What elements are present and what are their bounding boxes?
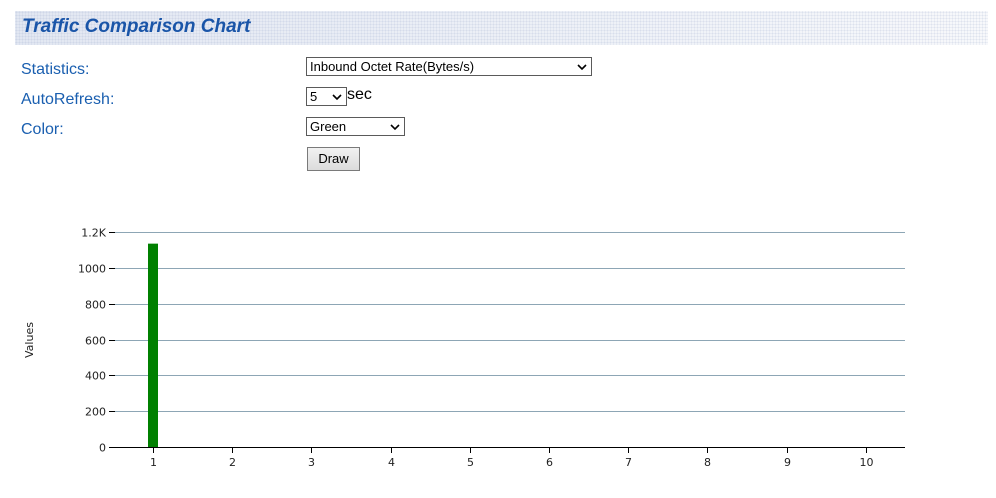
- y-axis-label: Values: [23, 322, 36, 358]
- x-tick-label: 3: [308, 456, 315, 469]
- chart-grid: [115, 232, 905, 412]
- bar-chart: 0 200 400 600 800 1000 1.2K 1 2 3 4 5 6 7 8 9 10 Values: [23, 227, 905, 469]
- y-tick-label: 1000: [78, 263, 106, 276]
- x-tick-label: 5: [467, 456, 474, 469]
- y-tick-label: 200: [85, 406, 106, 419]
- x-tick-label: 1: [150, 456, 157, 469]
- x-tick-label: 8: [704, 456, 711, 469]
- bar-1: [148, 243, 158, 447]
- chart-axes: 0 200 400 600 800 1000 1.2K 1 2 3 4 5 6 7 8 9 10: [78, 227, 905, 469]
- x-tick-label: 7: [625, 456, 632, 469]
- y-tick-label: 1.2K: [81, 227, 106, 240]
- page: Traffic Comparison Chart Statistics: Inb…: [0, 0, 996, 498]
- x-tick-label: 9: [784, 456, 791, 469]
- y-tick-label: 800: [85, 299, 106, 312]
- x-tick-label: 2: [229, 456, 236, 469]
- x-tick-label: 6: [546, 456, 553, 469]
- x-tick-label: 10: [860, 456, 874, 469]
- y-tick-label: 0: [99, 442, 106, 455]
- chart-bars: [148, 243, 158, 447]
- y-tick-label: 400: [85, 370, 106, 383]
- x-tick-label: 4: [388, 456, 395, 469]
- y-tick-label: 600: [85, 335, 106, 348]
